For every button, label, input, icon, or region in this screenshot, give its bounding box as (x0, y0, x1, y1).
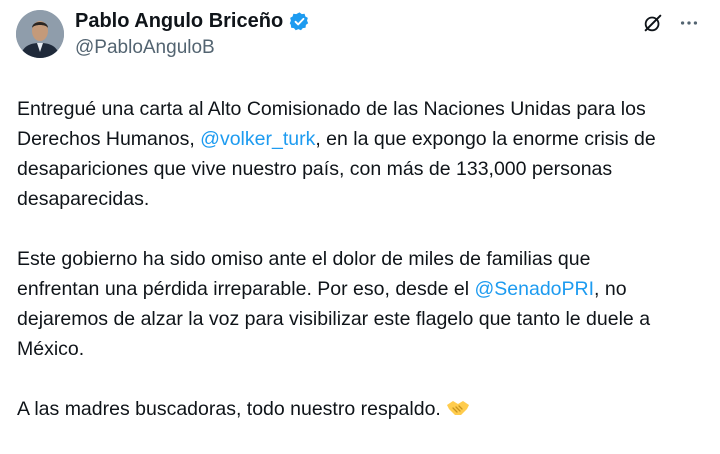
tweet-text-line: desapariciones que vive nuestro país, co… (17, 158, 613, 180)
author-name[interactable]: Pablo Angulo Briceño (75, 10, 283, 33)
tweet-text-segment: Derechos Humanos, (17, 128, 201, 150)
tweet-text-line: A las madres buscadoras, todo nuestro re… (17, 398, 441, 420)
more-icon[interactable] (678, 12, 700, 34)
tweet-text-line: desaparecidas. (17, 188, 150, 210)
verified-badge-icon (289, 12, 309, 31)
tweet-text-segment: , no (594, 278, 627, 300)
tweet-paragraph-2: Este gobierno ha sido omiso ante el dolo… (17, 244, 707, 364)
avatar[interactable] (16, 10, 64, 58)
handshake-emoji (447, 401, 470, 415)
grok-icon[interactable] (642, 12, 664, 34)
tweet-paragraph-3: A las madres buscadoras, todo nuestro re… (17, 394, 707, 424)
tweet-text-line: México. (17, 338, 85, 360)
tweet-text-line: dejaremos de alzar la voz para visibiliz… (17, 308, 651, 330)
mention-link-volker-turk[interactable]: @volker_turk (200, 128, 315, 150)
tweet-paragraph-1: Entregué una carta al Alto Comisionado d… (17, 94, 707, 214)
tweet-text-line: Entregué una carta al Alto Comisionado d… (17, 98, 646, 120)
author-handle[interactable]: @PabloAnguloB (75, 37, 215, 59)
tweet-header: Pablo Angulo Briceño @PabloAnguloB (0, 0, 720, 80)
tweet-text-line: Este gobierno ha sido omiso ante el dolo… (17, 248, 591, 270)
mention-link-senadopri[interactable]: @SenadoPRI (474, 278, 594, 300)
tweet-body: Entregué una carta al Alto Comisionado d… (17, 94, 707, 454)
avatar-photo (16, 10, 64, 58)
tweet-text-segment: enfrentan una pérdida irreparable. Por e… (17, 278, 475, 300)
tweet-text-segment: , en la que expongo la enorme crisis de (315, 128, 656, 150)
